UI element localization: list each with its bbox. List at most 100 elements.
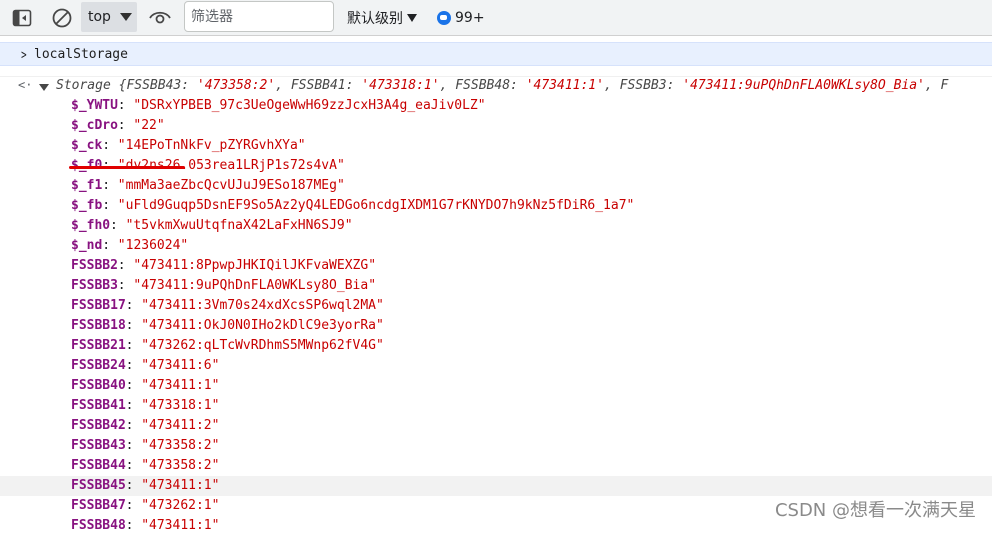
storage-property-row[interactable]: $_ck:"14EPoTnNkFv_pZYRGvhXYa" xyxy=(0,136,992,156)
summary-value: '473318:1' xyxy=(361,78,439,93)
property-key: $_f1 xyxy=(71,178,102,193)
property-value: "22" xyxy=(133,118,164,133)
property-colon: : xyxy=(102,178,110,193)
property-value: "473411:1" xyxy=(141,378,219,393)
property-value: "mmMa3aeZbcQcvUJuJ9ESo187MEg" xyxy=(118,178,345,193)
property-colon: : xyxy=(126,378,134,393)
property-key: $_fb xyxy=(71,198,102,213)
chevron-right-icon: > xyxy=(21,48,26,63)
console-result-row[interactable]: <· Storage {FSSBB43: '473358:2', FSSBB41… xyxy=(0,76,992,96)
storage-summary: Storage {FSSBB43: '473358:2', FSSBB41: '… xyxy=(56,78,948,93)
log-level-selector[interactable]: 默认级别 xyxy=(347,6,417,30)
property-value: "t5vkmXwuUtqfnaX42LaFxHN6SJ9" xyxy=(126,218,353,233)
filter-input[interactable] xyxy=(184,1,334,32)
expand-triangle-icon[interactable] xyxy=(39,84,49,91)
storage-property-row[interactable]: FSSBB44:"473358:2" xyxy=(0,456,992,476)
storage-property-row[interactable]: FSSBB24: "473411:6" xyxy=(0,356,992,376)
property-value: "473262:1" xyxy=(141,498,219,513)
storage-property-row[interactable]: FSSBB42: "473411:2" xyxy=(0,416,992,436)
property-colon: : xyxy=(126,518,134,533)
storage-property-row[interactable]: $_nd:"1236024" xyxy=(0,236,992,256)
property-key: FSSBB41 xyxy=(71,398,126,413)
property-colon: : xyxy=(126,318,134,333)
property-key: FSSBB21 xyxy=(71,338,126,353)
property-value: "473411:6" xyxy=(141,358,219,373)
summary-key: FSSBB48 xyxy=(455,78,510,93)
property-key: $_nd xyxy=(71,238,102,253)
console-input-row[interactable]: > localStorage xyxy=(0,42,992,66)
summary-key: FSSBB41 xyxy=(291,78,346,93)
property-value: "473358:2" xyxy=(141,438,219,453)
property-colon: : xyxy=(126,498,134,513)
storage-property-row[interactable]: $_fh0:"t5vkmXwuUtqfnaX42LaFxHN6SJ9" xyxy=(0,216,992,236)
property-value: "473411:2" xyxy=(141,418,219,433)
storage-property-row[interactable]: FSSBB45:"473411:1" xyxy=(0,476,992,496)
storage-property-row[interactable]: FSSBB40: "473411:1" xyxy=(0,376,992,396)
property-colon: : xyxy=(126,398,134,413)
storage-property-row[interactable]: FSSBB2: "473411:8PpwpJHKIQilJKFvaWEXZG" xyxy=(0,256,992,276)
storage-property-row[interactable]: $_f1: "mmMa3aeZbcQcvUJuJ9ESo187MEg" xyxy=(0,176,992,196)
property-value: "473411:1" xyxy=(141,518,219,533)
property-key: FSSBB42 xyxy=(71,418,126,433)
property-colon: : xyxy=(118,118,126,133)
console-output: > localStorage <· Storage {FSSBB43: '473… xyxy=(0,37,992,530)
summary-value: '473411:9uPQhDnFLA0WKLsy8O_Bia' xyxy=(682,78,925,93)
summary-value: '473358:2' xyxy=(197,78,275,93)
property-colon: : xyxy=(126,338,134,353)
storage-property-row[interactable]: FSSBB17:"473411:3Vm70s24xdXcsSP6wql2MA" xyxy=(0,296,992,316)
summary-key: FSSBB43 xyxy=(126,78,181,93)
property-value: "473411:9uPQhDnFLA0WKLsy8O_Bia" xyxy=(133,278,376,293)
result-return-icon: <· xyxy=(18,78,32,92)
property-colon: : xyxy=(102,138,110,153)
storage-property-row[interactable]: $_YWTU:"DSRxYPBEB_97c3UeOgeWwH69zzJcxH3A… xyxy=(0,96,992,116)
console-command: localStorage xyxy=(34,47,128,62)
sidebar-toggle-icon[interactable] xyxy=(10,6,34,30)
property-key: FSSBB45 xyxy=(71,478,126,493)
issues-count: 99+ xyxy=(455,10,485,26)
property-key: FSSBB43 xyxy=(71,438,126,453)
property-key: $_cDro xyxy=(71,118,118,133)
property-key: FSSBB17 xyxy=(71,298,126,313)
storage-property-row[interactable]: FSSBB41: "473318:1" xyxy=(0,396,992,416)
watermark: CSDN @想看一次满天星 xyxy=(775,496,976,522)
issues-button[interactable]: 99+ xyxy=(437,6,485,30)
red-underline-annotation xyxy=(69,166,185,169)
storage-prefix: Storage { xyxy=(56,78,126,93)
property-value: "473318:1" xyxy=(141,398,219,413)
property-key: FSSBB44 xyxy=(71,458,126,473)
storage-property-row[interactable]: $_cDro: "22" xyxy=(0,116,992,136)
storage-property-row[interactable]: FSSBB43: "473358:2" xyxy=(0,436,992,456)
context-selector[interactable]: top xyxy=(81,2,137,32)
property-colon: : xyxy=(102,238,110,253)
storage-property-row[interactable]: FSSBB18:"473411:OkJ0N0IHo2kDlC9e3yorRa" xyxy=(0,316,992,336)
chevron-down-icon xyxy=(120,13,132,21)
storage-property-row[interactable]: FSSBB3:"473411:9uPQhDnFLA0WKLsy8O_Bia" xyxy=(0,276,992,296)
log-level-label: 默认级别 xyxy=(347,8,403,28)
storage-property-row[interactable]: $_fb:"uFld9Guqp5DsnEF9So5Az2yQ4LEDGo6ncd… xyxy=(0,196,992,216)
property-value: "uFld9Guqp5DsnEF9So5Az2yQ4LEDGo6ncdgIXDM… xyxy=(118,198,635,213)
property-colon: : xyxy=(126,438,134,453)
property-value: "473411:8PpwpJHKIQilJKFvaWEXZG" xyxy=(133,258,376,273)
summary-value: '473411:1' xyxy=(526,78,604,93)
property-key: FSSBB3 xyxy=(71,278,118,293)
live-expression-eye-icon[interactable] xyxy=(146,6,174,30)
chevron-down-icon xyxy=(407,14,417,22)
property-value: "DSRxYPBEB_97c3UeOgeWwH69zzJcxH3A4g_eaJi… xyxy=(133,98,485,113)
property-key: $_fh0 xyxy=(71,218,110,233)
message-icon xyxy=(437,11,451,25)
property-value: "473262:qLTcWvRDhmS5MWnp62fV4G" xyxy=(141,338,384,353)
property-key: FSSBB2 xyxy=(71,258,118,273)
property-colon: : xyxy=(126,458,134,473)
property-key: FSSBB24 xyxy=(71,358,126,373)
property-key: FSSBB40 xyxy=(71,378,126,393)
clear-console-icon[interactable] xyxy=(48,6,76,30)
storage-property-row[interactable]: FSSBB21: "473262:qLTcWvRDhmS5MWnp62fV4G" xyxy=(0,336,992,356)
property-key: FSSBB48 xyxy=(71,518,126,533)
summary-tail: , F xyxy=(925,78,948,93)
summary-key: FSSBB3 xyxy=(620,78,667,93)
property-colon: : xyxy=(126,298,134,313)
property-colon: : xyxy=(126,418,134,433)
property-colon: : xyxy=(126,358,134,373)
property-colon: : xyxy=(118,258,126,273)
property-value: "473411:1" xyxy=(141,478,219,493)
